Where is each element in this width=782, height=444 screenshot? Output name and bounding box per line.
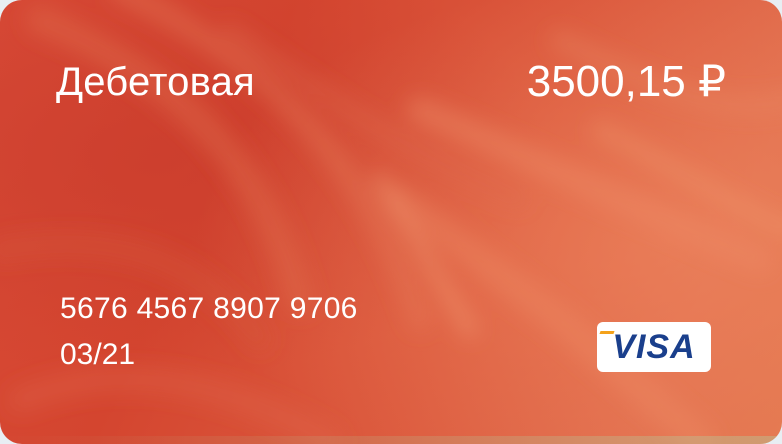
bank-card[interactable]: Дебетовая 3500,15 ₽ 5676 4567 8907 9706 … xyxy=(0,0,782,444)
card-type-label: Дебетовая xyxy=(56,60,255,104)
card-bottom-edge xyxy=(0,436,782,444)
card-balance: 3500,15 ₽ xyxy=(526,57,726,106)
visa-logo-text: VISA xyxy=(612,327,696,366)
visa-logo: VISA xyxy=(597,322,711,372)
card-number: 5676 4567 8907 9706 xyxy=(60,292,358,325)
visa-accent-mark xyxy=(599,331,615,334)
card-expiry-date: 03/21 xyxy=(60,338,136,371)
